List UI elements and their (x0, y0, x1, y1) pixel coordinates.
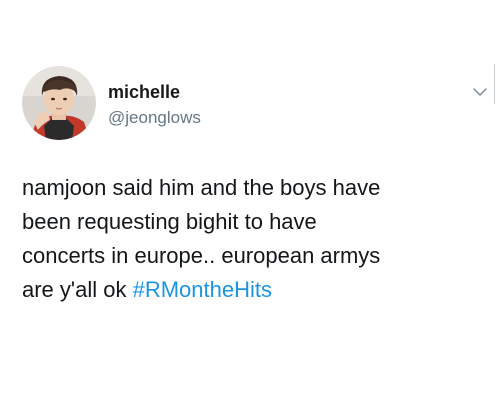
tweet-text: namjoon said him and the boys have been … (22, 171, 492, 307)
tweet-text-line: namjoon said him and the boys have (22, 175, 381, 200)
divider (494, 64, 495, 104)
chevron-down-icon[interactable] (472, 86, 488, 98)
user-handle[interactable]: @jeonglows (108, 108, 201, 128)
avatar-image (22, 66, 96, 140)
tweet-text-fragment: are y'all ok (22, 277, 133, 302)
hashtag-link[interactable]: #RMontheHits (133, 277, 272, 302)
tweet-text-line: been requesting bighit to have (22, 209, 317, 234)
tweet-text-line: concerts in europe.. european armys (22, 243, 381, 268)
tweet-card: michelle @jeonglows namjoon said him and… (0, 0, 500, 407)
display-name[interactable]: michelle (108, 82, 180, 102)
tweet-text-line-last: are y'all ok #RMontheHits (22, 273, 492, 307)
avatar[interactable] (22, 66, 96, 140)
